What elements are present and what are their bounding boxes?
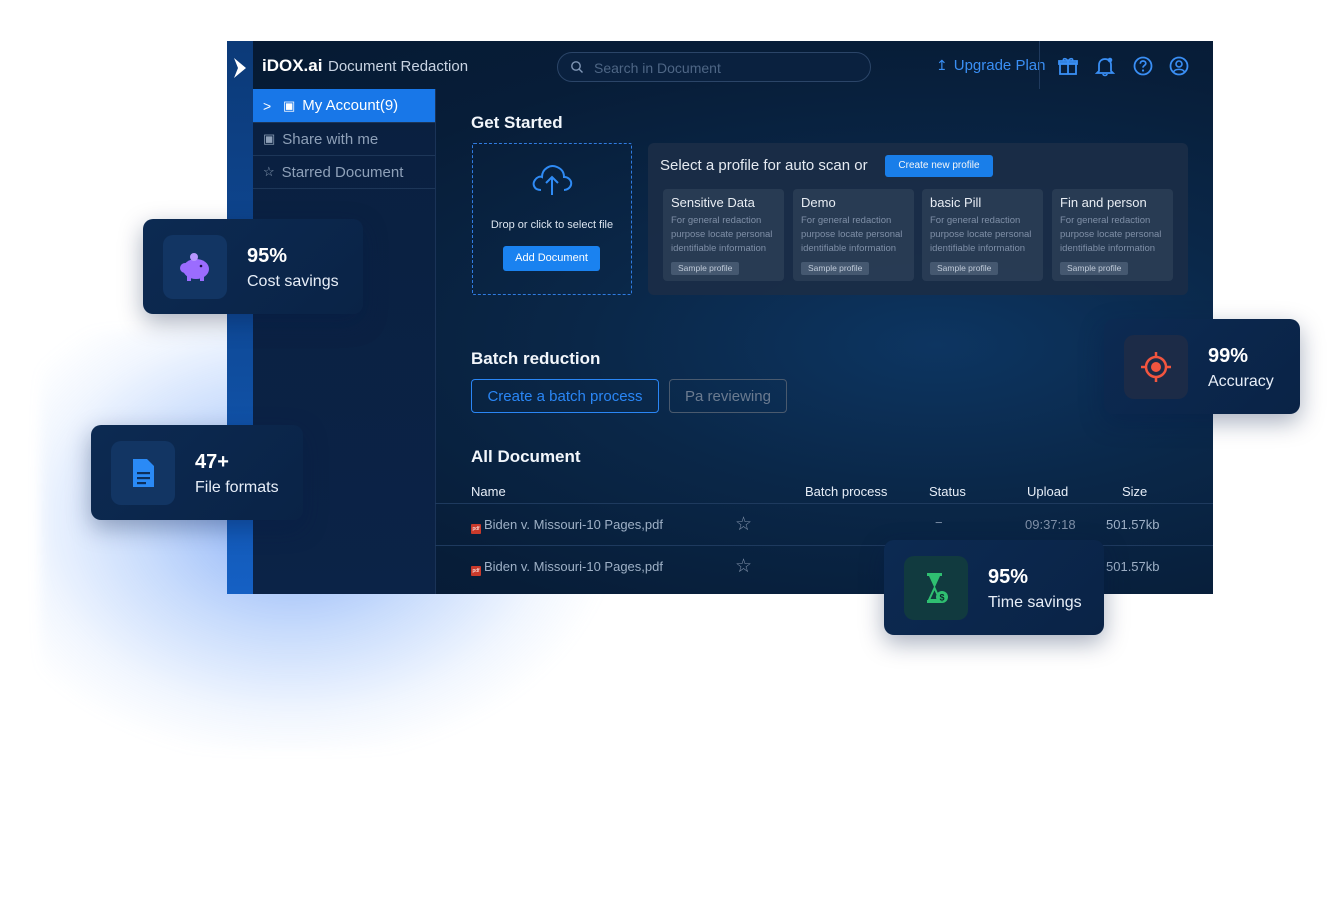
stat-icon-box bbox=[111, 441, 175, 505]
stat-value: 95% bbox=[988, 566, 1029, 588]
file-name: Biden v. Missouri-10 Pages,pdf bbox=[484, 559, 663, 574]
profile-name: Demo bbox=[801, 195, 836, 210]
upload-arrow-icon: ↥ bbox=[936, 57, 948, 73]
help-icon[interactable] bbox=[1132, 55, 1154, 77]
sidebar-item-starred-document[interactable]: ☆ Starred Document bbox=[253, 156, 435, 189]
size-cell: 501.57kb bbox=[1106, 559, 1160, 574]
search-box[interactable] bbox=[557, 52, 871, 82]
upgrade-label: Upgrade Plan bbox=[953, 57, 1046, 74]
cloud-upload-icon bbox=[532, 165, 573, 195]
profile-badge: Sample profile bbox=[801, 262, 870, 275]
stat-value: 47+ bbox=[195, 451, 229, 473]
app-window: iDOX.ai Document Redaction ↥ Upgrade Plan bbox=[227, 41, 1213, 594]
profile-description: For general redaction purpose locate per… bbox=[1060, 215, 1162, 254]
profile-description: For general redaction purpose locate per… bbox=[930, 215, 1032, 254]
create-profile-button[interactable]: Create new profile bbox=[885, 155, 993, 177]
top-bar: iDOX.ai Document Redaction ↥ Upgrade Plan bbox=[253, 41, 1213, 89]
brand-name: iDOX.ai bbox=[262, 56, 323, 75]
file-name-cell[interactable]: pdf Biden v. Missouri-10 Pages,pdf bbox=[471, 517, 663, 534]
profile-prompt: Select a profile for auto scan or bbox=[660, 157, 868, 174]
profile-badge: Sample profile bbox=[930, 262, 999, 275]
pdf-file-icon: pdf bbox=[471, 524, 481, 534]
user-icon[interactable] bbox=[1168, 55, 1190, 77]
stat-card-accuracy: 99% Accuracy bbox=[1104, 319, 1300, 414]
reviewing-button[interactable]: Pa reviewing bbox=[669, 379, 787, 413]
profile-description: For general redaction purpose locate per… bbox=[671, 215, 773, 254]
sidebar-item-label: Starred Document bbox=[281, 163, 404, 181]
profile-card[interactable]: Demo For general redaction purpose locat… bbox=[793, 189, 914, 281]
logo-chevron-icon bbox=[234, 58, 246, 78]
file-dropzone[interactable]: Drop or click to select file Add Documen… bbox=[472, 143, 632, 295]
sidebar-item-share-with-me[interactable]: ▣ Share with me bbox=[253, 123, 435, 156]
profile-badge: Sample profile bbox=[1060, 262, 1129, 275]
file-name: Biden v. Missouri-10 Pages,pdf bbox=[484, 517, 663, 532]
create-batch-button[interactable]: Create a batch process bbox=[471, 379, 659, 413]
hourglass-dollar-icon: $ bbox=[927, 573, 948, 603]
profile-name: basic Pill bbox=[930, 195, 982, 210]
stat-label: Accuracy bbox=[1208, 373, 1274, 390]
stat-value: 99% bbox=[1208, 345, 1249, 367]
profile-card[interactable]: Fin and person For general redaction pur… bbox=[1052, 189, 1173, 281]
profile-description: For general redaction purpose locate per… bbox=[801, 215, 903, 254]
main-content: Get Started Drop or click to select file… bbox=[435, 89, 1213, 594]
topbar-divider bbox=[1039, 41, 1040, 89]
column-header-upload: Upload bbox=[1027, 484, 1069, 499]
chevron-right-icon: > bbox=[263, 97, 272, 114]
gift-icon[interactable] bbox=[1057, 55, 1079, 77]
column-header-status: Status bbox=[929, 484, 966, 499]
stat-label: Cost savings bbox=[247, 273, 339, 290]
sidebar-item-label: My Account(9) bbox=[302, 97, 399, 114]
sidebar-item-label: Share with me bbox=[282, 130, 379, 148]
all-documents-title: All Document bbox=[471, 447, 581, 466]
app-subtitle: Document Redaction bbox=[328, 58, 469, 75]
folder-icon: ▣ bbox=[263, 131, 276, 146]
stat-icon-box bbox=[1124, 335, 1188, 399]
status-cell: − bbox=[935, 515, 943, 530]
pdf-file-icon: pdf bbox=[471, 566, 481, 576]
star-icon: ☆ bbox=[263, 164, 275, 179]
stat-card-time-savings: $ 95% Time savings bbox=[884, 540, 1104, 635]
dropzone-text: Drop or click to select file bbox=[490, 219, 614, 231]
column-header-size: Size bbox=[1122, 484, 1148, 499]
upload-cell: 09:37:18 bbox=[1025, 517, 1076, 532]
search-input[interactable] bbox=[592, 56, 856, 80]
profile-card[interactable]: Sensitive Data For general redaction pur… bbox=[663, 189, 784, 281]
profile-panel: Select a profile for auto scan or Create… bbox=[648, 143, 1188, 295]
batch-title: Batch reduction bbox=[471, 349, 601, 368]
file-name-cell[interactable]: pdf Biden v. Missouri-10 Pages,pdf bbox=[471, 559, 663, 576]
stat-icon-box bbox=[163, 235, 227, 299]
stat-value: 95% bbox=[247, 245, 288, 267]
stat-card-file-formats: 47+ File formats bbox=[91, 425, 303, 520]
piggy-bank-icon bbox=[180, 253, 209, 281]
stat-card-cost-savings: 95% Cost savings bbox=[143, 219, 363, 314]
stat-label: File formats bbox=[195, 479, 279, 496]
size-cell: 501.57kb bbox=[1106, 517, 1160, 532]
stat-icon-box: $ bbox=[904, 556, 968, 620]
star-icon[interactable]: ☆ bbox=[735, 513, 752, 536]
column-header-name: Name bbox=[471, 484, 506, 499]
add-document-button[interactable]: Add Document bbox=[503, 246, 600, 271]
profile-name: Sensitive Data bbox=[671, 195, 755, 210]
profile-badge: Sample profile bbox=[671, 262, 740, 275]
star-icon[interactable]: ☆ bbox=[735, 555, 752, 578]
upgrade-plan-button[interactable]: ↥ Upgrade Plan bbox=[936, 57, 1045, 74]
profile-card[interactable]: basic Pill For general redaction purpose… bbox=[922, 189, 1043, 281]
get-started-title: Get Started bbox=[471, 113, 563, 132]
bell-icon[interactable] bbox=[1094, 55, 1116, 77]
svg-text:$: $ bbox=[939, 593, 944, 603]
search-icon bbox=[571, 61, 583, 73]
stat-label: Time savings bbox=[988, 594, 1082, 611]
target-icon bbox=[1141, 352, 1171, 382]
column-header-batch: Batch process bbox=[805, 484, 888, 499]
profile-name: Fin and person bbox=[1060, 195, 1147, 210]
sidebar-item-my-account[interactable]: > ▣ My Account(9) bbox=[253, 89, 435, 123]
folder-icon: ▣ bbox=[283, 97, 296, 113]
document-icon bbox=[133, 459, 154, 487]
